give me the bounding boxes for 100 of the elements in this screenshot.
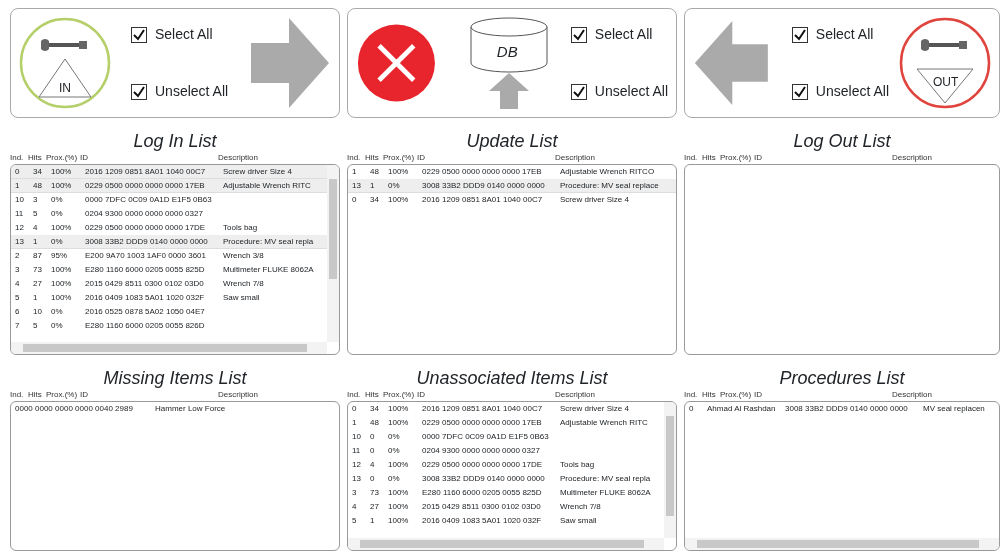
checkbox[interactable] <box>791 83 808 100</box>
table-cell-text: 34 <box>33 166 43 178</box>
list-row[interactable]: 3 73 100% E280 1160 6000 0205 0055 825D Multimeter FLUKE 8062A <box>348 486 664 500</box>
list-row[interactable]: 0 34 100% 2016 1209 0851 8A01 1040 00C7 Screw driver Size 4 <box>11 165 327 179</box>
table-cell-text: 2016 1209 0851 8A01 1040 00C7 <box>422 403 544 415</box>
checkbox-label[interactable]: Unselect All <box>155 81 229 102</box>
table-cell-text: 73 <box>370 487 380 499</box>
table-cell-text: Adjustable Wrench RITCO <box>560 166 656 178</box>
table-cell-text: 0% <box>388 180 401 192</box>
list-row[interactable]: 12 4 100% 0229 0500 0000 0000 0000 17DE Tools bag <box>348 458 664 472</box>
column-header: Description <box>892 152 933 164</box>
checkbox[interactable] <box>131 26 147 43</box>
table-cell-text: Screw driver Size 4 <box>223 166 293 178</box>
table-cell-text: 12 <box>15 222 25 234</box>
list-row[interactable]: 0 34 100% 2016 1209 0851 8A01 1040 00C7 Screw driver Size 4 <box>348 193 676 207</box>
list-row[interactable]: 7 5 0% E280 1160 6000 0205 0055 826D <box>11 319 327 333</box>
table-cell-text: Ahmad Al Rashdan <box>707 403 777 415</box>
column-header: Hits <box>28 152 43 164</box>
table-cell-text: 0% <box>388 473 401 485</box>
checkbox-label[interactable]: Select All <box>155 24 213 45</box>
table-cell-text: 0000 7DFC 0C09 0A1D E1F5 0B63 <box>422 431 550 443</box>
list-row[interactable]: 5 1 100% 2016 0409 1083 5A01 1020 032F Saw small <box>11 291 327 305</box>
column-header: Description <box>218 152 259 164</box>
table-cell-text: 0 <box>352 403 358 415</box>
table-cell-text: 5 <box>15 292 21 304</box>
table-cell-text: 34 <box>370 194 380 206</box>
vertical-scrollbar[interactable] <box>664 402 676 538</box>
table-cell-text: 4 <box>15 278 21 290</box>
table-cell-text: Procedure: MV seal repla <box>223 236 315 248</box>
list-row[interactable]: 0 34 100% 2016 1209 0851 8A01 1040 00C7 Screw driver Size 4 <box>348 402 664 416</box>
list-row[interactable]: 11 5 0% 0204 9300 0000 0000 0000 0327 <box>11 207 327 221</box>
table-cell-text: 5 <box>33 208 39 220</box>
list-row[interactable]: 13 1 0% 3008 33B2 DDD9 0140 0000 0000 Procedure: MV seal replace <box>348 179 676 193</box>
table-cell-text: 27 <box>370 501 380 513</box>
list-title: Log Out List <box>792 130 892 152</box>
list-row[interactable]: 1 48 100% 0229 0500 0000 0000 0000 17EB Adjustable Wrench RITC <box>11 179 327 193</box>
list-title: Procedures List <box>778 367 906 389</box>
table-cell-text: 4 <box>370 459 376 471</box>
horizontal-scrollbar[interactable] <box>685 538 999 550</box>
column-header: Ind. <box>347 389 362 401</box>
table-cell-text: 0000 7DFC 0C09 0A1D E1F5 0B63 <box>85 194 213 206</box>
list-row[interactable]: 11 0 0% 0204 9300 0000 0000 0000 0327 <box>348 444 664 458</box>
list-row[interactable]: 1 48 100% 0229 0500 0000 0000 0000 17EB Adjustable Wrench RITCO <box>348 165 676 179</box>
table-cell-text: Screw driver Size 4 <box>560 403 630 415</box>
list-row[interactable]: 3 73 100% E280 1160 6000 0205 0055 825D Multimeter FLUKE 8062A <box>11 263 327 277</box>
table-cell-text: Wrench 7/8 <box>223 278 265 290</box>
list-row[interactable]: 4 27 100% 2015 0429 8511 0300 0102 03D0 Wrench 7/8 <box>11 277 327 291</box>
list-row[interactable]: 2 87 95% E200 9A70 1003 1AF0 0000 3601 Wrench 3/8 <box>11 249 327 263</box>
list-row[interactable]: 1 48 100% 0229 0500 0000 0000 0000 17EB Adjustable Wrench RITC <box>348 416 664 430</box>
list-title: Log In List <box>132 130 218 152</box>
horizontal-scrollbar[interactable] <box>11 342 327 354</box>
checkbox[interactable] <box>570 26 587 43</box>
table-cell-text: 100% <box>388 166 410 178</box>
table-cell-text: 3008 33B2 DDD9 0140 0000 0000 <box>422 473 546 485</box>
column-header: Ind. <box>684 152 699 164</box>
table-cell-text: Procedure: MV seal repla <box>560 473 652 485</box>
table-cell-text: 100% <box>388 501 410 513</box>
column-header: ID <box>80 389 89 401</box>
checkbox[interactable] <box>791 26 808 43</box>
table-cell-text: 1 <box>370 515 376 527</box>
table-cell-text: 0% <box>51 306 64 318</box>
table-cell-text: Adjustable Wrench RITC <box>223 180 312 192</box>
checkbox-label[interactable]: Select All <box>815 24 874 45</box>
table-cell-text: 10 <box>352 431 362 443</box>
checkbox-label[interactable]: Select All <box>594 24 653 45</box>
list-title: Missing Items List <box>102 367 248 389</box>
table-cell-text: Multimeter FLUKE 8062A <box>223 264 315 276</box>
checkbox[interactable] <box>570 83 587 100</box>
table-cell-text: 10 <box>33 306 43 318</box>
checkbox[interactable] <box>131 83 147 100</box>
table-cell-text: 7 <box>15 320 21 332</box>
table-cell-text: 100% <box>51 264 73 276</box>
list-row[interactable]: 10 3 0% 0000 7DFC 0C09 0A1D E1F5 0B63 <box>11 193 327 207</box>
table-cell-text: 3008 33B2 DDD9 0140 0000 0000 <box>85 236 209 248</box>
vertical-scrollbar[interactable] <box>327 165 339 342</box>
list-row[interactable]: 0000 0000 0000 0000 0040 2989 Hammer Low Force <box>11 402 339 416</box>
table-cell-text: 0% <box>51 236 64 248</box>
table-cell-text: 0204 9300 0000 0000 0000 0327 <box>422 445 541 457</box>
table-cell-text: 2016 0409 1083 5A01 1020 032F <box>85 292 206 304</box>
column-header: ID <box>417 389 426 401</box>
list-row[interactable]: 13 0 0% 3008 33B2 DDD9 0140 0000 0000 Procedure: MV seal repla <box>348 472 664 486</box>
list-row[interactable]: 6 10 0% 2016 0525 0878 5A02 1050 04E7 <box>11 305 327 319</box>
check-icon <box>572 28 585 41</box>
column-header: Hits <box>702 389 717 401</box>
list-row[interactable]: 5 1 100% 2016 0409 1083 5A01 1020 032F Saw small <box>348 514 664 528</box>
table-cell-text: 0204 9300 0000 0000 0000 0327 <box>85 208 204 220</box>
list-row[interactable]: 10 0 0% 0000 7DFC 0C09 0A1D E1F5 0B63 <box>348 430 664 444</box>
table-cell-text: 100% <box>388 194 410 206</box>
checkbox-label[interactable]: Unselect All <box>815 81 889 102</box>
list-row[interactable]: 13 1 0% 3008 33B2 DDD9 0140 0000 0000 Procedure: MV seal repla <box>11 235 327 249</box>
table-cell-text: 48 <box>370 417 380 429</box>
horizontal-scrollbar[interactable] <box>348 538 664 550</box>
table-cell-text: 100% <box>51 166 73 178</box>
list-row[interactable]: 4 27 100% 2015 0429 8511 0300 0102 03D0 Wrench 7/8 <box>348 500 664 514</box>
list-row[interactable]: 12 4 100% 0229 0500 0000 0000 0000 17DE Tools bag <box>11 221 327 235</box>
table-cell-text: 13 <box>15 236 25 248</box>
list-row[interactable]: 0 Ahmad Al Rashdan 3008 33B2 DDD9 0140 0000 0000 MV seal replacen <box>685 402 999 416</box>
table-cell-text: 0% <box>388 431 401 443</box>
checkbox-label[interactable]: Unselect All <box>594 81 668 102</box>
table-cell-text: 0229 0500 0000 0000 0000 17EB <box>422 417 543 429</box>
